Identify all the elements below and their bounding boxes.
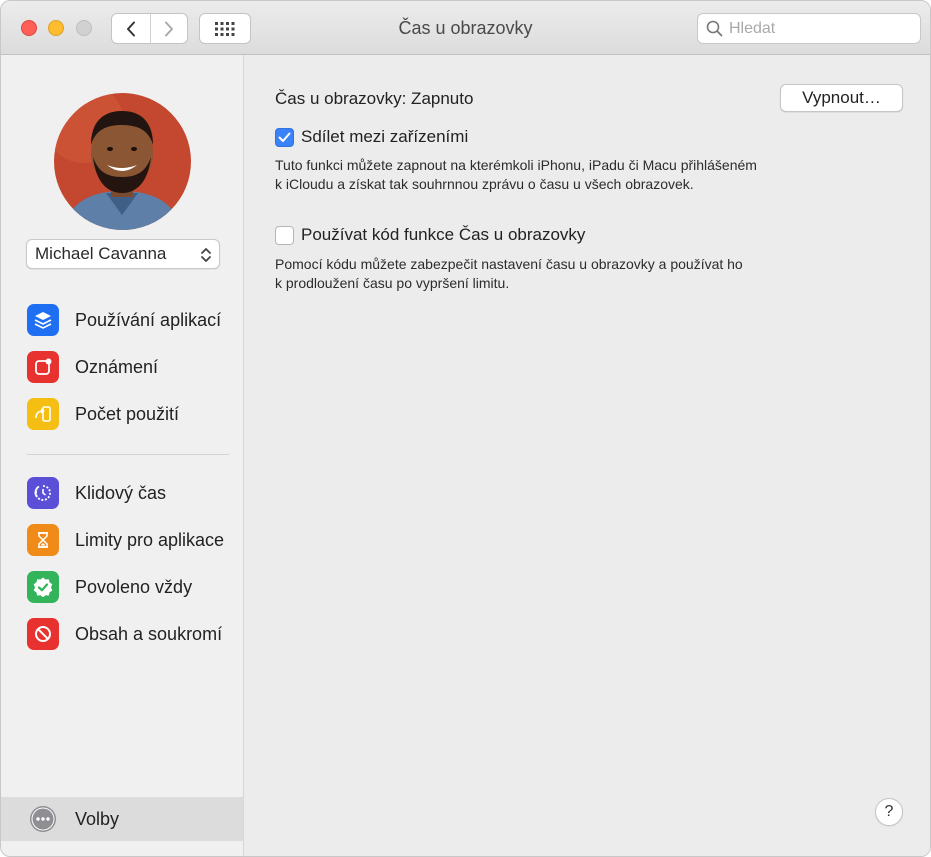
user-name: Michael Cavanna — [35, 244, 167, 263]
sidebar-item-app-limits[interactable]: Limity pro aplikace — [1, 519, 243, 561]
passcode-description: Pomocí kódu můžete zabezpečit nastavení … — [275, 255, 875, 293]
title-bar: Čas u obrazovky — [1, 1, 930, 55]
share-across-devices-label: Sdílet mezi zařízeními — [301, 127, 469, 146]
sidebar-item-options[interactable]: Volby — [1, 797, 243, 841]
search-icon — [706, 20, 723, 37]
notification-icon — [27, 351, 59, 383]
sidebar-item-content-privacy[interactable]: Obsah a soukromí — [1, 613, 243, 655]
share-description-line: k iCloudu a získat tak souhrnnou zprávu … — [275, 176, 694, 192]
use-passcode-label: Používat kód funkce Čas u obrazovky — [301, 225, 586, 244]
search-field[interactable] — [697, 13, 921, 44]
share-across-devices-checkbox[interactable] — [275, 127, 294, 147]
screen-time-status: Čas u obrazovky: Zapnuto — [275, 89, 474, 108]
main-panel: Čas u obrazovky: Zapnuto Vypnout… Sdílet… — [244, 55, 930, 856]
sidebar-item-label: Oznámení — [75, 356, 159, 377]
updown-chevron-icon — [201, 248, 211, 262]
restriction-icon — [27, 618, 59, 650]
stack-icon — [27, 304, 59, 336]
sidebar-item-always-allowed[interactable]: Povoleno vždy — [1, 566, 243, 608]
sidebar-item-app-usage[interactable]: Používání aplikací — [1, 299, 243, 341]
sidebar-item-pickups[interactable]: Počet použití — [1, 393, 243, 435]
avatar — [54, 93, 191, 230]
sidebar-item-label: Povoleno vždy — [75, 576, 193, 597]
share-description-line: Tuto funkci můžete zapnout na kterémkoli… — [275, 157, 757, 173]
user-selector[interactable]: Michael Cavanna — [26, 239, 220, 269]
sidebar-item-notifications[interactable]: Oznámení — [1, 346, 243, 388]
downtime-icon — [27, 477, 59, 509]
sidebar-item-label: Používání aplikací — [75, 309, 222, 330]
use-passcode-row[interactable]: Používat kód funkce Čas u obrazovky — [275, 225, 585, 245]
help-button[interactable]: ? — [875, 798, 903, 826]
sidebar-divider — [27, 454, 229, 455]
checkmark-icon — [278, 132, 291, 142]
more-options-icon — [27, 803, 59, 835]
sidebar-item-label: Volby — [75, 808, 120, 829]
share-across-devices-row[interactable]: Sdílet mezi zařízeními — [275, 127, 468, 147]
passcode-description-line: Pomocí kódu můžete zabezpečit nastavení … — [275, 256, 743, 272]
preferences-window: Čas u obrazovky Michael Cavann — [0, 0, 931, 857]
sidebar-item-label: Obsah a soukromí — [75, 623, 223, 644]
hourglass-icon — [27, 524, 59, 556]
use-passcode-checkbox[interactable] — [275, 225, 294, 245]
search-input[interactable] — [729, 19, 909, 38]
sidebar-item-label: Počet použití — [75, 403, 180, 424]
turn-off-button[interactable]: Vypnout… — [780, 84, 903, 112]
sidebar-item-label: Klidový čas — [75, 482, 167, 503]
sidebar: Michael Cavanna Používání aplikací Oznám… — [1, 55, 244, 856]
share-description: Tuto funkci můžete zapnout na kterémkoli… — [275, 156, 875, 194]
passcode-description-line: k prodloužení času po vypršení limitu. — [275, 275, 510, 291]
sidebar-item-label: Limity pro aplikace — [75, 529, 225, 550]
sidebar-item-downtime[interactable]: Klidový čas — [1, 472, 243, 514]
checkmark-seal-icon — [27, 571, 59, 603]
pickup-icon — [27, 398, 59, 430]
